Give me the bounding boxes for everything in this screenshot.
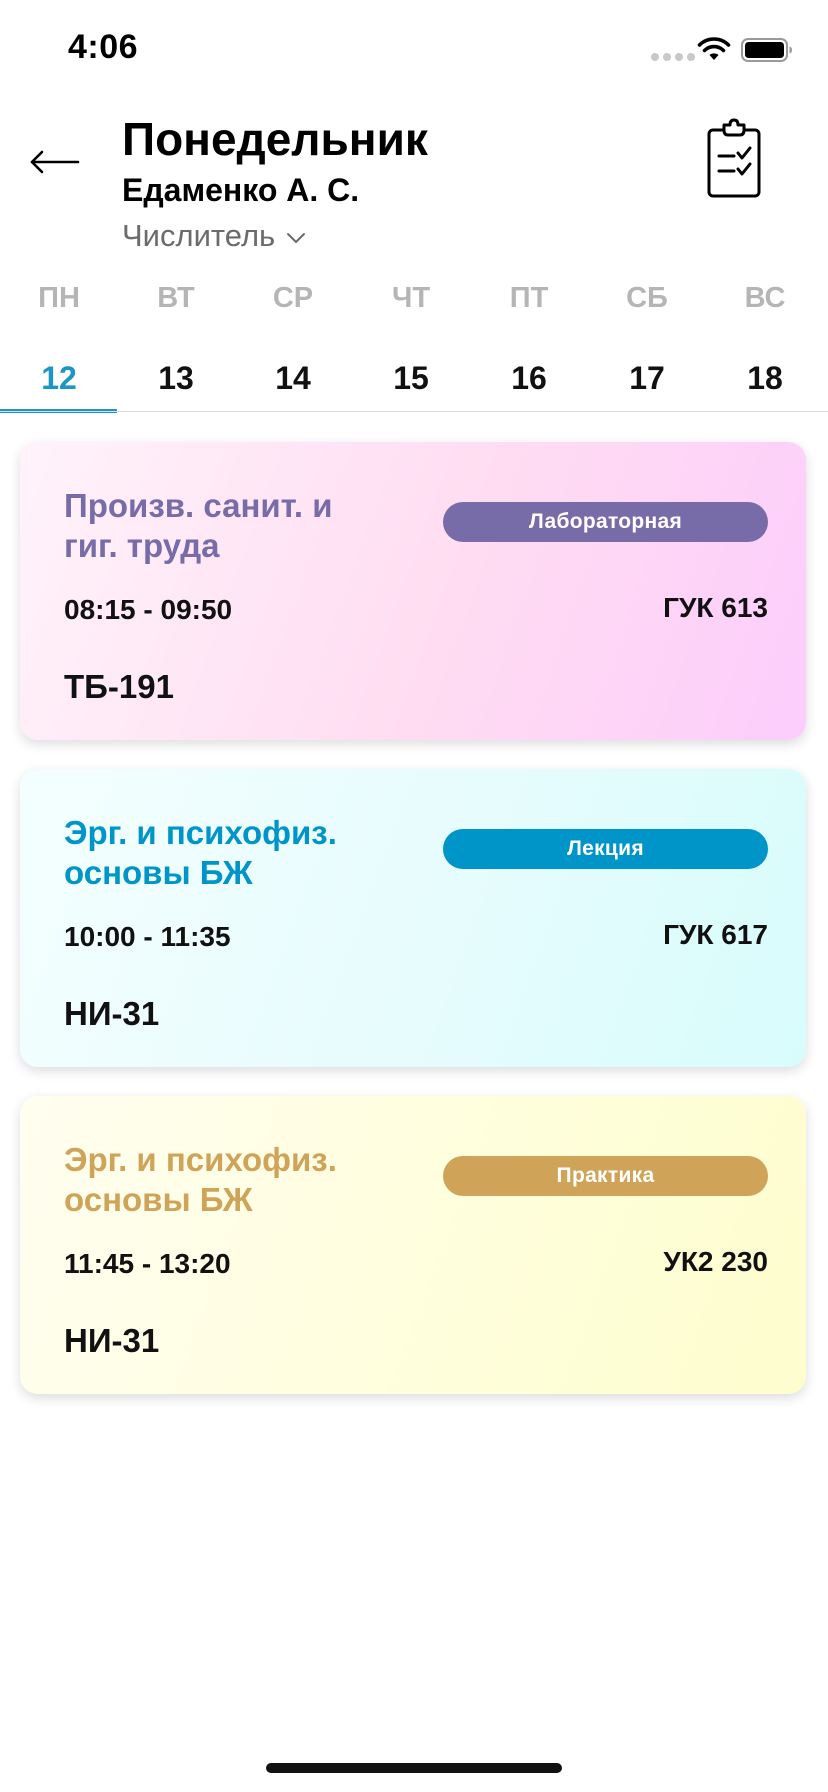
day-number: 12 [41, 360, 77, 396]
lesson-time: 11:45 - 13:20 [64, 1248, 231, 1279]
status-bar: 4:06 [0, 0, 828, 100]
schedule-screen: 4:06 Понедельник Едаменко А. С. Числител… [0, 0, 828, 1792]
day-name: ПТ [509, 282, 549, 314]
day-number: 13 [158, 360, 194, 396]
day-number: 16 [511, 360, 547, 396]
back-button[interactable] [28, 142, 82, 182]
clipboard-checklist-icon[interactable] [700, 118, 768, 202]
day-name: ПН [38, 282, 80, 314]
day-name: ЧТ [391, 282, 431, 314]
teacher-name: Едаменко А. С. [122, 172, 360, 208]
lesson-card[interactable]: Эрг. и психофиз. основы БЖ Лекция 10:00 … [20, 769, 806, 1067]
lesson-type-badge: Лабораторная [443, 502, 768, 542]
lesson-group: НИ-31 [64, 1322, 160, 1359]
status-time: 4:06 [68, 28, 139, 66]
lesson-card[interactable]: Произв. санит. и гиг. труда Лабораторная… [20, 442, 806, 740]
day-number: 17 [629, 360, 665, 396]
battery-icon [741, 38, 792, 62]
day-tab-tue[interactable]: ВТ 13 [117, 272, 235, 412]
lesson-room: ГУК 617 [663, 919, 768, 950]
lesson-group: ТБ-191 [64, 668, 174, 705]
lesson-time: 08:15 - 09:50 [64, 594, 233, 625]
lesson-type-badge: Практика [443, 1156, 768, 1196]
lesson-card[interactable]: Эрг. и психофиз. основы БЖ Практика 11:4… [20, 1096, 806, 1394]
day-number: 15 [393, 360, 429, 396]
lesson-type-badge: Лекция [443, 829, 768, 869]
lesson-title: Эрг. и психофиз. основы БЖ [64, 814, 337, 891]
lesson-title: Эрг. и психофиз. основы БЖ [64, 1141, 337, 1218]
wifi-icon [697, 37, 731, 60]
day-tab-mon[interactable]: ПН 12 [0, 272, 118, 412]
lesson-group: НИ-31 [64, 995, 160, 1032]
week-type-label: Числитель [122, 218, 276, 253]
home-indicator[interactable] [266, 1763, 562, 1773]
week-type-dropdown[interactable]: Числитель [122, 218, 307, 254]
chevron-down-icon [287, 233, 306, 243]
day-tab-wed[interactable]: СР 14 [234, 272, 352, 412]
day-name: ВС [744, 282, 786, 314]
day-tab-sun[interactable]: ВС 18 [706, 272, 824, 412]
lesson-title: Произв. санит. и гиг. труда [64, 487, 333, 564]
day-name: СР [272, 282, 314, 314]
page-title: Понедельник [122, 113, 428, 165]
day-number: 14 [275, 360, 311, 396]
day-tab-sat[interactable]: СБ 17 [588, 272, 706, 412]
lesson-room: УК2 230 [663, 1246, 768, 1277]
day-number: 18 [747, 360, 783, 396]
signal-icon [651, 53, 695, 61]
lesson-room: ГУК 613 [663, 592, 768, 623]
day-name: СБ [626, 282, 668, 314]
divider [0, 411, 828, 412]
day-tab-fri[interactable]: ПТ 16 [470, 272, 588, 412]
day-tab-thu[interactable]: ЧТ 15 [352, 272, 470, 412]
lesson-time: 10:00 - 11:35 [64, 921, 231, 952]
day-name: ВТ [157, 282, 195, 314]
week-days-tabs: ПН 12 ВТ 13 СР 14 ЧТ 15 ПТ 16 СБ 17 ВС 1… [0, 272, 828, 413]
